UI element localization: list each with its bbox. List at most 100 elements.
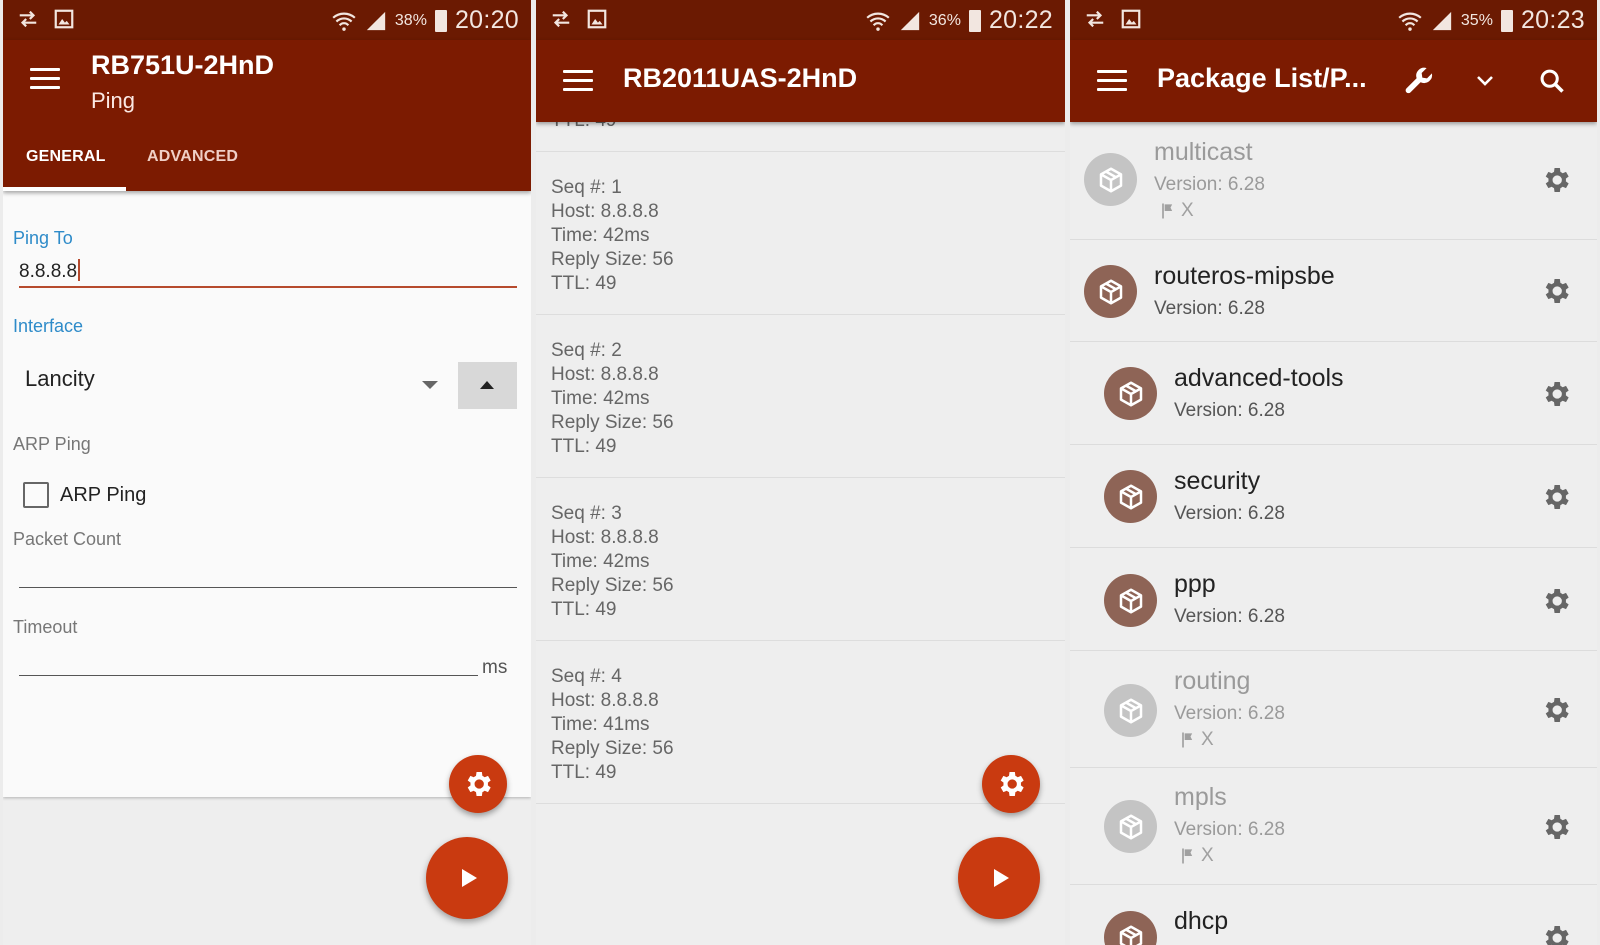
ping-host: Host: 8.8.8.8 (551, 527, 659, 548)
disabled-flag: X (1178, 729, 1214, 751)
flag-text: X (1201, 845, 1214, 866)
swap-arrows-icon (17, 8, 39, 30)
package-list-screen: 35% 20:23 Package List/P... multicast Ve… (1070, 0, 1597, 945)
package-name: multicast (1154, 138, 1253, 166)
device-title: RB751U-2HnD (91, 50, 275, 80)
package-row-security[interactable]: security Version: 6.28 (1070, 445, 1597, 548)
battery-icon (1500, 9, 1513, 32)
packet-count-input[interactable] (19, 587, 517, 588)
flag-icon (1178, 730, 1198, 750)
clock: 20:22 (988, 6, 1053, 34)
timeout-unit: ms (482, 657, 508, 678)
interface-select[interactable]: Lancity (25, 366, 95, 392)
package-name: routing (1174, 667, 1251, 695)
swap-arrows-icon (550, 8, 572, 30)
package-row-multicast[interactable]: multicast Version: 6.28 X (1070, 122, 1597, 240)
ping-reply-size: Reply Size: 56 (551, 575, 674, 596)
status-bar: 35% 20:23 (1070, 0, 1597, 40)
gear-icon[interactable] (1540, 378, 1572, 410)
settings-fab[interactable] (449, 755, 507, 813)
battery-icon (968, 9, 981, 32)
ping-form: Ping To 8.8.8.8 Interface Lancity ARP Pi… (3, 191, 531, 797)
list-item: TTL: 49 (536, 122, 1065, 152)
gear-icon[interactable] (1540, 811, 1572, 843)
arp-ping-label: ARP Ping (13, 434, 91, 454)
wrench-icon[interactable] (1400, 62, 1438, 100)
package-box-icon (1084, 153, 1137, 206)
menu-icon[interactable] (563, 70, 593, 92)
package-row-advanced-tools[interactable]: advanced-tools Version: 6.28 (1070, 342, 1597, 445)
battery-icon (434, 9, 447, 32)
tab-advanced[interactable]: ADVANCED (147, 140, 238, 191)
gear-icon[interactable] (1540, 275, 1572, 307)
package-row-routeros-mipsbe[interactable]: routeros-mipsbe Version: 6.28 (1070, 240, 1597, 342)
ping-seq: Seq #: 2 (551, 340, 622, 361)
ping-results-list: TTL: 49 Seq #: 1 Host: 8.8.8.8 Time: 42m… (536, 122, 1065, 804)
menu-icon[interactable] (1097, 70, 1127, 92)
arp-ping-checkbox[interactable] (23, 482, 49, 508)
chevron-down-icon[interactable] (1466, 62, 1504, 100)
ping-seq: Seq #: 3 (551, 503, 622, 524)
ping-host: Host: 8.8.8.8 (551, 201, 659, 222)
image-icon (586, 8, 608, 30)
package-name: ppp (1174, 570, 1216, 598)
gear-icon (995, 768, 1027, 800)
gear-icon[interactable] (1540, 164, 1572, 196)
collapse-button[interactable] (458, 362, 517, 409)
ping-time: Time: 42ms (551, 551, 650, 572)
package-box-icon (1104, 470, 1157, 523)
ping-settings-screen: 38% 20:20 RB751U-2HnD Ping GENERAL ADVAN… (3, 0, 531, 945)
page-title: Package List/P... (1157, 63, 1367, 93)
list-item: Seq #: 1 Host: 8.8.8.8 Time: 42ms Reply … (536, 152, 1065, 315)
wifi-icon (1397, 8, 1423, 34)
gear-icon[interactable] (1540, 585, 1572, 617)
disabled-flag: X (1158, 200, 1194, 222)
dropdown-arrow-icon[interactable] (422, 381, 438, 389)
tab-general[interactable]: GENERAL (26, 140, 106, 191)
signal-icon (1431, 10, 1453, 32)
search-icon[interactable] (1533, 62, 1571, 100)
start-ping-fab[interactable] (958, 837, 1040, 919)
flag-text: X (1201, 729, 1214, 750)
timeout-input[interactable] (19, 675, 478, 676)
package-version: Version: 6.28 (1154, 298, 1265, 319)
ping-to-label: Ping To (13, 228, 73, 248)
gear-icon[interactable] (1540, 694, 1572, 726)
list-item: Seq #: 2 Host: 8.8.8.8 Time: 42ms Reply … (536, 315, 1065, 478)
device-title: RB2011UAS-2HnD (623, 63, 858, 93)
ping-reply-size: Reply Size: 56 (551, 249, 674, 270)
package-version: Version: 6.28 (1174, 606, 1285, 627)
flag-icon (1158, 201, 1178, 221)
signal-icon (365, 10, 387, 32)
settings-fab[interactable] (982, 755, 1040, 813)
package-box-icon (1104, 574, 1157, 627)
app-bar: RB751U-2HnD Ping GENERAL ADVANCED (3, 40, 531, 191)
package-row-dhcp[interactable]: dhcp (1070, 885, 1597, 945)
package-name: security (1174, 467, 1261, 495)
menu-icon[interactable] (30, 68, 60, 90)
ping-host: Host: 8.8.8.8 (551, 690, 659, 711)
image-icon (1120, 8, 1142, 30)
clock: 20:23 (1520, 6, 1585, 34)
gear-icon[interactable] (1540, 481, 1572, 513)
battery-percent: 38% (394, 11, 427, 29)
ping-ttl: TTL: 49 (551, 436, 617, 457)
ping-seq: Seq #: 4 (551, 666, 622, 687)
gear-icon[interactable] (1540, 922, 1572, 945)
package-row-routing[interactable]: routing Version: 6.28 X (1070, 651, 1597, 768)
ping-seq: Seq #: 1 (551, 177, 622, 198)
ping-to-input[interactable]: 8.8.8.8 (19, 259, 81, 283)
package-row-ppp[interactable]: ppp Version: 6.28 (1070, 548, 1597, 651)
package-box-icon (1104, 911, 1157, 945)
tab-bar: GENERAL ADVANCED (3, 140, 531, 191)
package-version: Version: 6.28 (1174, 400, 1285, 421)
ping-to-value: 8.8.8.8 (19, 261, 78, 282)
interface-label: Interface (13, 316, 84, 336)
arp-ping-checkbox-label[interactable]: ARP Ping (60, 484, 146, 507)
package-row-mpls[interactable]: mpls Version: 6.28 X (1070, 768, 1597, 885)
packet-count-label: Packet Count (13, 529, 122, 549)
start-ping-fab[interactable] (426, 837, 508, 919)
flag-icon (1178, 846, 1198, 866)
app-bar: RB2011UAS-2HnD (536, 40, 1065, 122)
ping-time: Time: 41ms (551, 714, 650, 735)
